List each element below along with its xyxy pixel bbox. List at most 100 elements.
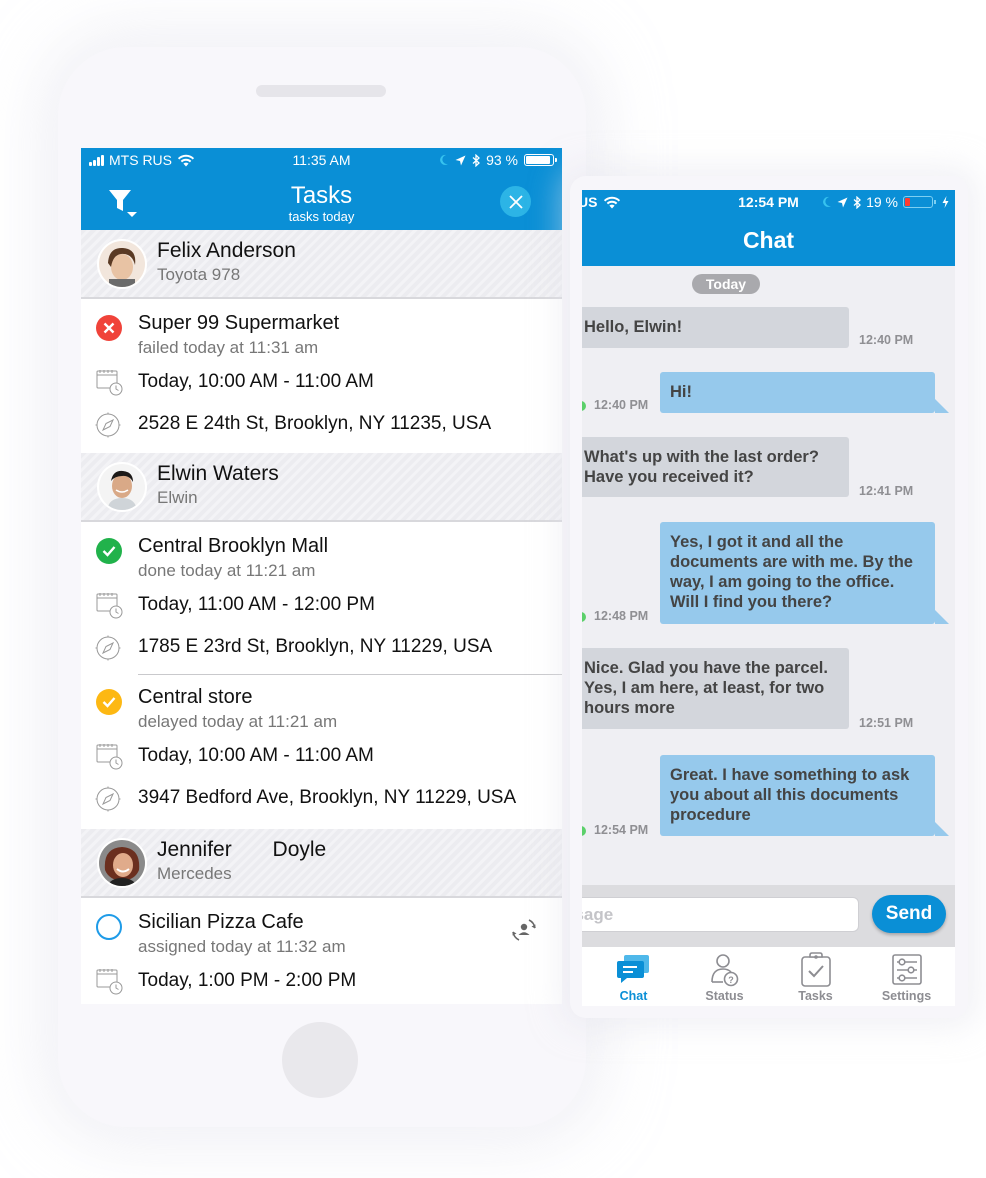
avatar	[97, 838, 147, 888]
avatar	[97, 462, 147, 512]
filter-icon	[109, 190, 137, 217]
carrier-label: US	[582, 194, 598, 210]
task-item[interactable]: Sicilian Pizza Cafe assigned today at 11…	[81, 898, 562, 1002]
wifi-icon	[604, 196, 621, 208]
tab-chat[interactable]: Chat	[588, 947, 679, 1006]
task-address: 1785 E 23rd St, Brooklyn, NY 11229, USA	[138, 636, 493, 657]
message-incoming: Hello, Elwin!	[582, 307, 849, 348]
tasks-clipboard-icon	[800, 952, 831, 987]
task-address: 3947 Bedford Ave, Brooklyn, NY 11229, US…	[138, 787, 517, 808]
tasks-screen: MTS RUS 11:35 AM 93 % Tasks tasks today	[81, 148, 562, 1004]
location-icon	[837, 197, 848, 207]
message-time: 12:40 PM	[582, 398, 649, 412]
task-name: Central store	[138, 686, 253, 708]
task-name: Super 99 Supermarket	[138, 312, 340, 334]
page-subtitle: tasks today	[288, 209, 355, 224]
battery-icon	[903, 196, 936, 208]
phone-speaker	[256, 85, 386, 97]
task-name: Sicilian Pizza Cafe	[138, 911, 304, 933]
task-status: failed today at 11:31 am	[138, 338, 319, 357]
message-outgoing: Yes, I got it and all the documents are …	[660, 522, 949, 624]
delayed-status-icon	[96, 689, 122, 715]
message-input[interactable]: ssage	[582, 897, 859, 932]
task-status: delayed today at 11:21 am	[138, 712, 338, 731]
chat-icon	[616, 955, 649, 983]
date-separator: Today	[692, 274, 760, 294]
task-item[interactable]: Super 99 Supermarket failed today at 11:…	[81, 299, 562, 453]
task-name: Central Brooklyn Mall	[138, 535, 329, 557]
filter-button[interactable]	[107, 186, 141, 220]
reassign-driver-icon[interactable]	[508, 914, 540, 946]
tab-settings[interactable]: Settings	[861, 947, 952, 1006]
driver-name: Elwin Waters	[157, 462, 279, 485]
send-button[interactable]: Send	[872, 895, 946, 933]
avatar	[97, 239, 147, 289]
close-icon	[508, 194, 523, 209]
driver-name: Felix Anderson	[157, 239, 296, 262]
message-outgoing: Hi!	[660, 372, 949, 413]
driver-header[interactable]: Elwin Waters Elwin	[81, 453, 562, 522]
driver-header[interactable]: Jennifer Doyle Mercedes	[81, 829, 562, 898]
driver-vehicle: Mercedes	[157, 864, 232, 883]
message-time: 12:48 PM	[582, 609, 649, 623]
calendar-clock-icon	[96, 593, 123, 619]
tab-label: Chat	[619, 989, 648, 1003]
compass-icon	[95, 412, 121, 438]
task-status: assigned today at 11:32 am	[138, 937, 346, 956]
calendar-clock-icon	[96, 370, 123, 396]
chat-screen: US 12:54 PM 19 % Chat Today Hello, Elwin…	[582, 190, 955, 1006]
bluetooth-icon	[853, 195, 862, 209]
done-status-icon	[96, 538, 122, 564]
driver-vehicle: Toyota 978	[157, 265, 241, 284]
carrier-label: MTS RUS	[109, 152, 172, 168]
chat-header-title: Chat	[582, 214, 955, 266]
driver-vehicle: Elwin	[157, 488, 198, 507]
tab-label: Tasks	[798, 989, 833, 1003]
tasks-header: Tasks tasks today	[81, 172, 562, 230]
close-button[interactable]	[500, 186, 531, 217]
driver-header[interactable]: Felix Anderson Toyota 978	[81, 230, 562, 299]
status-bar: US 12:54 PM 19 %	[582, 190, 955, 214]
tab-label: Settings	[881, 989, 932, 1003]
calendar-clock-icon	[96, 969, 123, 995]
message-outgoing: Great. I have something to ask you about…	[660, 755, 949, 836]
wifi-icon	[177, 154, 195, 166]
calendar-clock-icon	[96, 744, 123, 770]
task-item[interactable]: Central store delayed today at 11:21 am …	[81, 675, 562, 829]
message-incoming: What's up with the last order? Have you …	[582, 437, 849, 497]
moon-icon	[823, 196, 832, 207]
location-icon	[455, 155, 466, 165]
battery-icon	[524, 154, 557, 166]
message-composer: ssage Send	[582, 885, 955, 947]
settings-sliders-icon	[891, 954, 922, 985]
task-item[interactable]: Central Brooklyn Mall done today at 11:2…	[81, 522, 562, 675]
tab-bar: Chat ? Status Tasks Settings	[582, 947, 955, 1006]
svg-text:?: ?	[728, 975, 734, 985]
tab-status[interactable]: ? Status	[679, 947, 770, 1006]
message-time: 12:51 PM	[859, 716, 914, 730]
task-time-window: Today, 1:00 PM - 2:00 PM	[138, 970, 357, 991]
compass-icon	[95, 786, 121, 812]
task-status: done today at 11:21 am	[138, 561, 316, 580]
message-incoming: Nice. Glad you have the parcel. Yes, I a…	[582, 648, 849, 729]
page-title: Tasks	[290, 182, 353, 209]
compass-icon	[95, 635, 121, 661]
task-time-window: Today, 10:00 AM - 11:00 AM	[138, 371, 374, 392]
moon-icon	[440, 154, 449, 165]
bluetooth-icon	[472, 153, 481, 167]
battery-percent: 19 %	[866, 194, 898, 210]
message-time: 12:40 PM	[859, 333, 914, 347]
charging-icon	[942, 196, 949, 208]
failed-status-icon	[96, 315, 122, 341]
battery-percent: 93 %	[486, 152, 518, 168]
status-bar: MTS RUS 11:35 AM 93 %	[81, 148, 562, 172]
driver-name: Jennifer Doyle	[157, 838, 327, 861]
tab-label: Status	[705, 989, 744, 1003]
signal-icon	[89, 154, 104, 166]
tab-tasks[interactable]: Tasks	[770, 947, 861, 1006]
home-button[interactable]	[282, 1022, 358, 1098]
status-icon: ?	[710, 954, 738, 987]
task-time-window: Today, 11:00 AM - 12:00 PM	[138, 594, 375, 615]
message-time: 12:41 PM	[859, 484, 914, 498]
task-address: 2528 E 24th St, Brooklyn, NY 11235, USA	[138, 413, 492, 434]
